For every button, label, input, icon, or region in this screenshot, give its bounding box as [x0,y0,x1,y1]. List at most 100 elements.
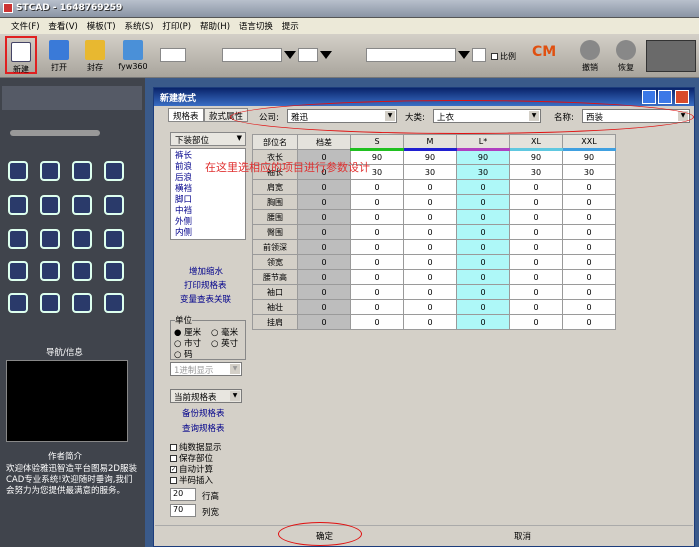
t2-input[interactable] [472,48,486,62]
grade-cell[interactable]: 0 [297,239,351,255]
header-grade[interactable]: 档差 [297,134,351,150]
backup-spec-button[interactable]: 备份规格表 [182,407,225,419]
grade-cell[interactable]: 0 [297,269,351,285]
undo-button[interactable]: 撤销 [574,36,606,74]
size-value-cell[interactable]: 0 [403,224,457,240]
size-value-cell[interactable]: 90 [509,149,563,165]
size-value-cell[interactable]: 0 [456,194,510,210]
size-value-cell[interactable]: 30 [456,164,510,180]
new-button[interactable]: 新建 [5,36,37,74]
size-value-cell[interactable]: 0 [350,179,404,195]
size-value-cell[interactable]: 30 [562,164,616,180]
precision-select[interactable]: 1进制显示 ▼ [170,362,242,376]
size-value-cell[interactable]: 0 [456,179,510,195]
grade-cell[interactable]: 0 [297,284,351,300]
size-value-cell[interactable]: 0 [350,314,404,330]
tab-spec-table[interactable]: 规格表 [168,108,204,122]
size-value-cell[interactable]: 0 [403,284,457,300]
menu-tips[interactable]: 提示 [279,18,302,34]
size-value-cell[interactable]: 0 [509,194,563,210]
grade-cell[interactable]: 0 [297,299,351,315]
size-value-cell[interactable]: 0 [403,269,457,285]
panel-toggle-icon[interactable] [646,40,696,72]
unit-option-inch[interactable]: ○ 英寸 [211,337,238,349]
add-shrink-button[interactable]: 增加缩水 [189,265,223,277]
print-spec-button[interactable]: 打印规格表 [184,279,227,291]
tool-icon-17[interactable] [8,293,28,313]
grade-cell[interactable]: 0 [297,194,351,210]
size-value-cell[interactable]: 0 [509,179,563,195]
checkbox[interactable] [170,444,177,451]
cm-button[interactable]: CM [532,44,556,60]
part-name-cell[interactable]: 领宽 [252,254,298,270]
size-value-cell[interactable]: 90 [562,149,616,165]
part-list-item[interactable]: 内侧 [175,228,241,239]
size-value-cell[interactable]: 0 [350,299,404,315]
size-value-cell[interactable]: 30 [509,164,563,180]
menu-file[interactable]: 文件(F) [8,18,43,34]
tool-icon-1[interactable] [8,161,28,181]
size-input[interactable] [160,48,186,62]
size-value-cell[interactable]: 90 [456,149,510,165]
size-value-cell[interactable]: 0 [562,209,616,225]
size-value-cell[interactable]: 0 [562,284,616,300]
size-value-cell[interactable]: 0 [350,269,404,285]
y-input[interactable] [298,48,318,62]
size-value-cell[interactable]: 0 [456,254,510,270]
checkbox-checked[interactable]: ✓ [170,466,177,473]
part-name-cell[interactable]: 袖口 [252,284,298,300]
cancel-button[interactable]: 取消 [514,530,531,542]
part-name-cell[interactable]: 腰节高 [252,269,298,285]
size-value-cell[interactable]: 0 [509,254,563,270]
part-name-cell[interactable]: 袖壮 [252,299,298,315]
header-size-xl[interactable]: XL [509,134,563,151]
menu-system[interactable]: 系统(S) [121,18,156,34]
part-list-item[interactable]: 外侧 [175,217,241,228]
size-value-cell[interactable]: 0 [403,299,457,315]
size-value-cell[interactable]: 0 [509,299,563,315]
size-value-cell[interactable]: 0 [509,224,563,240]
header-size-s[interactable]: S [350,134,404,151]
tool-icon-20[interactable] [104,293,124,313]
size-value-cell[interactable]: 0 [562,239,616,255]
grade-cell[interactable]: 0 [297,314,351,330]
t-input[interactable] [366,48,456,62]
size-value-cell[interactable]: 0 [562,254,616,270]
row-height-input[interactable]: 20 [170,488,196,501]
tool-icon-19[interactable] [72,293,92,313]
t-dropdown-arrow[interactable] [458,51,470,59]
part-name-cell[interactable]: 前领深 [252,239,298,255]
part-name-cell[interactable]: 腰围 [252,209,298,225]
tool-icon-14[interactable] [40,261,60,281]
header-size-xxl[interactable]: XXL [562,134,616,151]
menu-template[interactable]: 模板(T) [84,18,119,34]
checkbox[interactable] [170,477,177,484]
size-value-cell[interactable]: 0 [403,179,457,195]
size-value-cell[interactable]: 0 [562,314,616,330]
grade-cell[interactable]: 0 [297,224,351,240]
part-name-cell[interactable]: 挂肩 [252,314,298,330]
tool-icon-5[interactable] [8,195,28,215]
size-value-cell[interactable]: 0 [456,299,510,315]
minimize-button[interactable] [642,90,656,104]
grade-cell[interactable]: 0 [297,179,351,195]
variable-link-button[interactable]: 变量查表关联 [180,293,231,305]
tool-icon-9[interactable] [8,229,28,249]
tool-icon-10[interactable] [40,229,60,249]
option-half-size[interactable]: 半码插入 [170,474,213,486]
size-value-cell[interactable]: 0 [403,194,457,210]
size-value-cell[interactable]: 0 [350,194,404,210]
size-value-cell[interactable]: 0 [509,284,563,300]
header-part[interactable]: 部位名 [252,134,298,150]
size-value-cell[interactable]: 0 [403,239,457,255]
part-list-item[interactable]: 横裆 [175,184,241,195]
part-list-item[interactable]: 中裆 [175,206,241,217]
size-value-cell[interactable]: 0 [562,194,616,210]
menu-view[interactable]: 查看(V) [45,18,80,34]
part-name-cell[interactable]: 肩宽 [252,179,298,195]
tool-icon-12[interactable] [104,229,124,249]
size-value-cell[interactable]: 0 [350,209,404,225]
size-value-cell[interactable]: 0 [403,209,457,225]
size-value-cell[interactable]: 0 [562,224,616,240]
size-value-cell[interactable]: 0 [403,254,457,270]
